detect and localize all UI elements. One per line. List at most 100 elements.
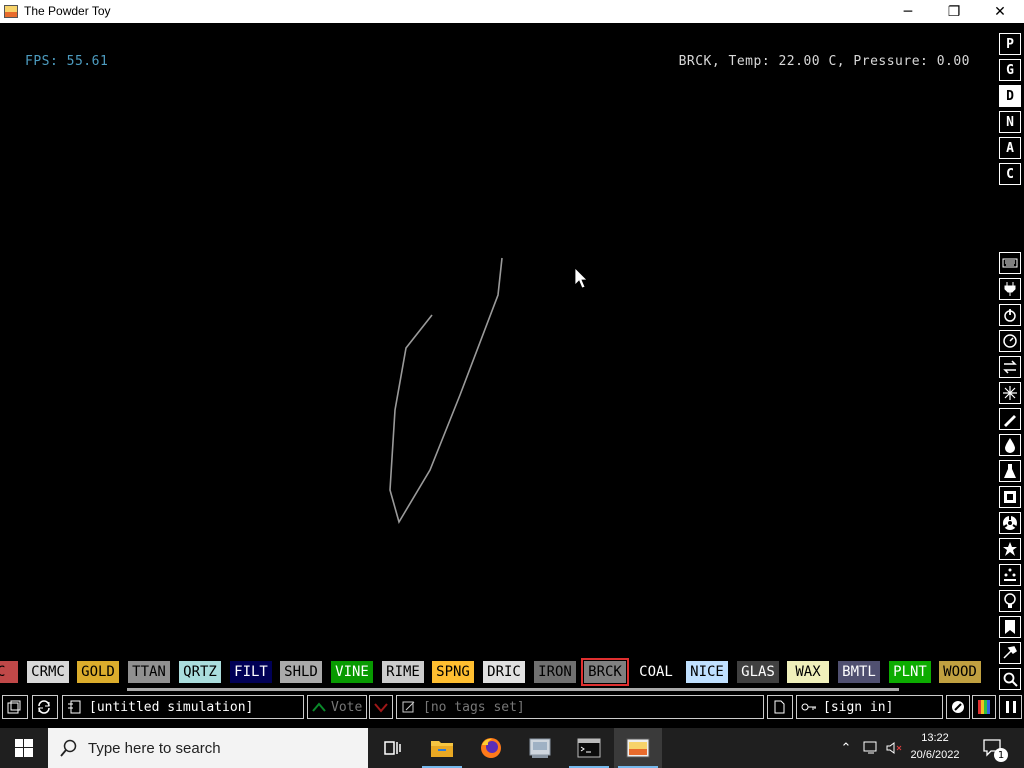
- category-magnifier-button[interactable]: [999, 668, 1021, 690]
- display-mode-n-button[interactable]: N: [999, 111, 1021, 133]
- save-title-button[interactable]: [untitled simulation]: [62, 695, 304, 719]
- element-glas-button[interactable]: GLAS: [737, 661, 779, 683]
- category-sparkle-button[interactable]: [999, 382, 1021, 404]
- reload-button[interactable]: [32, 695, 58, 719]
- powder-toy-app-icon: [4, 5, 18, 18]
- palette-scrollbar[interactable]: [127, 688, 899, 691]
- folder-icon: [431, 741, 453, 757]
- vote-up-button[interactable]: Vote: [307, 695, 367, 719]
- power-icon: [1004, 309, 1016, 322]
- tray-volume[interactable]: [884, 728, 904, 768]
- new-simulation-button[interactable]: [767, 695, 793, 719]
- category-flask-button[interactable]: [999, 460, 1021, 482]
- display-mode-a-button[interactable]: A: [999, 137, 1021, 159]
- category-power-button[interactable]: [999, 304, 1021, 326]
- simulation-canvas[interactable]: [0, 23, 996, 656]
- terminal-icon: [577, 738, 601, 758]
- element-status-readout: BRCK, Temp: 22.00 C, Pressure: 0.00: [678, 54, 970, 69]
- notification-count-badge: 1: [994, 748, 1008, 762]
- category-square-button[interactable]: [999, 486, 1021, 508]
- minimize-icon: ─: [903, 3, 913, 20]
- tray-overflow-button[interactable]: ⌃: [836, 728, 856, 768]
- star-icon: [1003, 542, 1017, 556]
- element-ac-button[interactable]: AC: [0, 661, 18, 683]
- element-crmc-button[interactable]: CRMC: [27, 661, 69, 683]
- element-iron-button[interactable]: IRON: [534, 661, 576, 683]
- maximize-button[interactable]: ❐: [931, 0, 977, 23]
- notifications-button[interactable]: 1: [976, 728, 1010, 768]
- category-plug-button[interactable]: [999, 278, 1021, 300]
- pause-icon: [1003, 699, 1019, 715]
- element-nice-button[interactable]: NICE: [686, 661, 728, 683]
- element-spng-button[interactable]: SPNG: [432, 661, 474, 683]
- element-filt-button[interactable]: FILT: [230, 661, 272, 683]
- new-document-icon: [771, 699, 787, 715]
- square-icon: [1004, 491, 1016, 503]
- open-save-button[interactable]: [2, 695, 28, 719]
- settings-icon: [950, 699, 966, 715]
- taskbar-search-box[interactable]: Type here to search: [48, 728, 368, 768]
- close-icon: ✕: [994, 3, 1006, 20]
- tags-text: [no tags set]: [423, 699, 525, 715]
- taskbar-file-explorer[interactable]: [418, 728, 466, 768]
- tags-button[interactable]: [no tags set]: [396, 695, 764, 719]
- display-mode-button[interactable]: [972, 695, 996, 719]
- sign-in-label: [sign in]: [823, 699, 894, 715]
- category-pencil-button[interactable]: [999, 408, 1021, 430]
- element-wood-button[interactable]: WOOD: [939, 661, 981, 683]
- category-radiation-button[interactable]: [999, 512, 1021, 534]
- category-hammer-button[interactable]: [999, 642, 1021, 664]
- element-vine-button[interactable]: VINE: [331, 661, 373, 683]
- element-palette: AC CRMC GOLD TTAN QRTZ FILT SHLD VINE RIME SPNG DR…: [0, 658, 996, 686]
- category-gauge-button[interactable]: [999, 330, 1021, 352]
- element-coal-button[interactable]: COAL: [635, 661, 677, 683]
- display-mode-p-button[interactable]: P: [999, 33, 1021, 55]
- vote-down-button[interactable]: [369, 695, 393, 719]
- element-plnt-button[interactable]: PLNT: [889, 661, 931, 683]
- task-view-button[interactable]: [368, 728, 416, 768]
- plug-icon: [1004, 282, 1016, 296]
- clock-time: 13:22: [921, 732, 949, 744]
- category-star-button[interactable]: [999, 538, 1021, 560]
- category-arrows-button[interactable]: [999, 356, 1021, 378]
- element-wax-button[interactable]: WAX: [787, 661, 829, 683]
- category-dots-button[interactable]: [999, 564, 1021, 586]
- taskbar-terminal[interactable]: [565, 728, 613, 768]
- display-mode-g-button[interactable]: G: [999, 59, 1021, 81]
- rainbow-icon: [976, 699, 992, 715]
- element-shld-button[interactable]: SHLD: [280, 661, 322, 683]
- taskbar-clock[interactable]: 13:22 20/6/2022: [904, 730, 966, 768]
- window-titlebar[interactable]: The Powder Toy ─ ❐ ✕: [0, 0, 1024, 23]
- start-button[interactable]: [0, 728, 48, 768]
- pencil-icon: [1004, 415, 1016, 427]
- tray-network[interactable]: [860, 728, 882, 768]
- element-ttan-button[interactable]: TTAN: [128, 661, 170, 683]
- element-dric-button[interactable]: DRIC: [483, 661, 525, 683]
- keyboard-icon: [1002, 258, 1018, 268]
- display-mode-c-button[interactable]: C: [999, 163, 1021, 185]
- taskbar-firefox[interactable]: [467, 728, 515, 768]
- sign-in-button[interactable]: [sign in]: [796, 695, 943, 719]
- category-drop-button[interactable]: [999, 434, 1021, 456]
- category-bulb-button[interactable]: [999, 590, 1021, 612]
- firefox-icon: [481, 738, 501, 758]
- element-gold-button[interactable]: GOLD: [77, 661, 119, 683]
- element-rime-button[interactable]: RIME: [382, 661, 424, 683]
- element-brck-button[interactable]: BRCK: [581, 658, 629, 686]
- pause-button[interactable]: [999, 695, 1022, 719]
- category-bookmark-button[interactable]: [999, 616, 1021, 638]
- display-mode-d-button[interactable]: D: [999, 85, 1021, 107]
- category-keyboard-button[interactable]: [999, 252, 1021, 274]
- settings-button[interactable]: [946, 695, 970, 719]
- taskbar-app-2[interactable]: [516, 728, 564, 768]
- maximize-icon: ❐: [947, 3, 961, 20]
- thumb-up-icon: [311, 699, 327, 715]
- close-button[interactable]: ✕: [977, 0, 1023, 23]
- taskbar-powder-toy[interactable]: [614, 728, 662, 768]
- minimize-button[interactable]: ─: [885, 0, 931, 23]
- bookmark-icon: [1005, 620, 1015, 634]
- volume-muted-icon: [886, 742, 902, 754]
- element-qrtz-button[interactable]: QRTZ: [179, 661, 221, 683]
- element-bmtl-button[interactable]: BMTL: [838, 661, 880, 683]
- vote-label: Vote: [331, 699, 363, 715]
